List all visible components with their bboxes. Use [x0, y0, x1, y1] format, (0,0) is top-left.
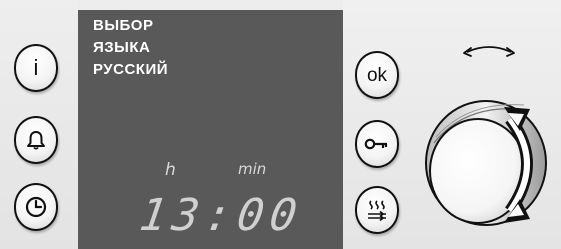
rotate-arrow-icon [463, 46, 515, 57]
info-icon: i [33, 55, 39, 80]
minutes-unit-label: min [238, 160, 267, 178]
menu-line-3: РУССКИЙ [93, 61, 169, 78]
hours-unit-label: h [165, 160, 176, 180]
key-lock-button[interactable] [355, 120, 399, 168]
heat-program-button[interactable] [355, 186, 399, 234]
info-button[interactable]: i [14, 44, 58, 92]
bell-icon [27, 131, 45, 150]
rotary-knob[interactable] [424, 83, 552, 243]
key-icon [364, 138, 388, 150]
menu-line-2: ЯЗЫКА [93, 39, 151, 56]
heat-program-icon [368, 200, 386, 222]
ok-icon: ok [366, 64, 388, 86]
display-screen: ВЫБОР ЯЗЫКА РУССКИЙ h min 13:00 [78, 10, 343, 249]
ok-button[interactable]: ok [355, 51, 399, 99]
control-panel: i ВЫБОР ЯЗЫКА РУССКИЙ h min 13:00 ok [0, 0, 561, 249]
clock-button[interactable] [14, 183, 58, 231]
clock-icon [25, 196, 47, 218]
alarm-button[interactable] [14, 116, 58, 164]
left-button-strip: i [0, 0, 78, 249]
menu-line-1: ВЫБОР [93, 17, 154, 34]
time-readout: 13:00 [136, 190, 307, 241]
